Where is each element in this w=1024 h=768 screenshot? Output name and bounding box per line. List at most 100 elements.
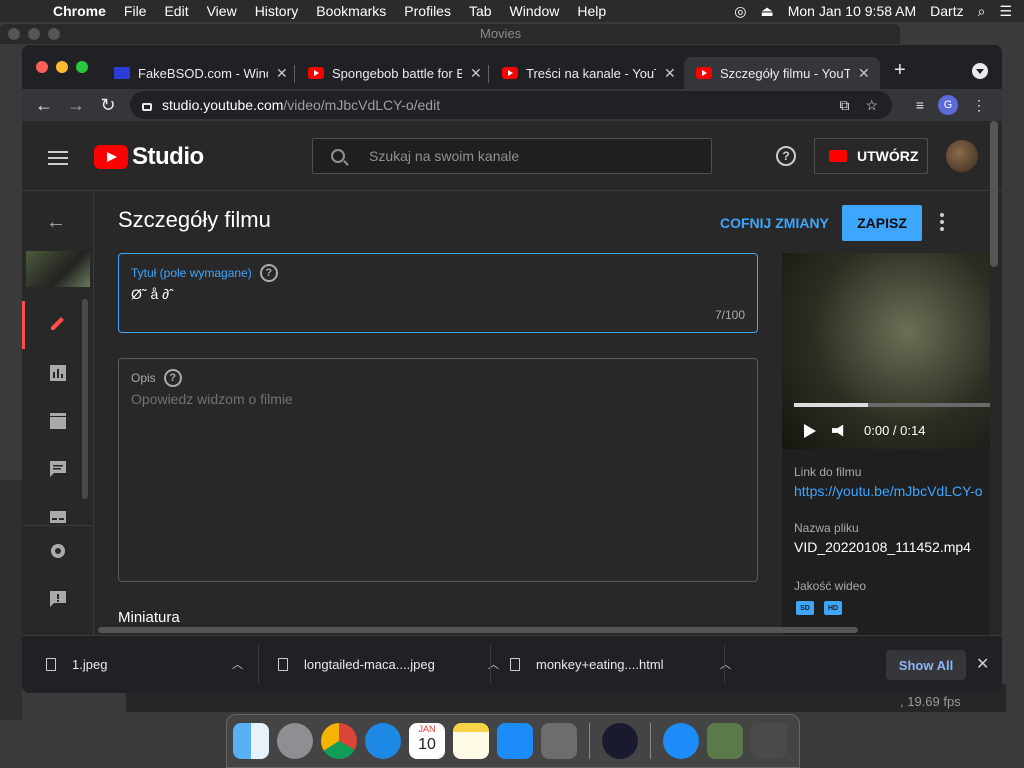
control-center-icon[interactable]: ☰ [999,3,1012,20]
tab-close-icon[interactable]: ✕ [664,65,676,82]
page-vertical-scrollbar[interactable] [990,121,998,267]
translate-icon[interactable]: ⧉ [839,97,849,114]
reload-icon[interactable]: ↻ [92,95,124,116]
thumbnail-section-heading: Miniatura [118,609,180,626]
description-field-label: Opis ? [131,369,182,387]
system-preferences-icon[interactable] [541,723,577,759]
channel-search-input[interactable]: Szukaj na swoim kanale [312,138,712,174]
tab-video-details[interactable]: Szczegóły filmu - YouTube ✕ [684,57,880,89]
obs-status-icon[interactable]: ◎ [734,3,746,20]
menu-datetime[interactable]: Mon Jan 10 9:58 AM [788,3,916,19]
more-options-icon[interactable] [940,213,944,234]
tab-channel-content[interactable]: Treści na kanale - YouTube ✕ [490,57,676,89]
close-window-light[interactable] [36,61,48,73]
lock-icon[interactable] [142,103,152,111]
menu-window[interactable]: Window [501,0,569,22]
menu-app-name[interactable]: Chrome [44,0,115,22]
eject-icon[interactable]: ⏏ [760,3,773,20]
channel-avatar[interactable] [946,140,978,172]
profile-avatar[interactable]: G [938,95,958,115]
title-char-count: 7/100 [714,308,745,322]
download-item[interactable]: longtailed-maca....jpeg ︿ [278,656,499,672]
description-placeholder[interactable]: Opowiedz widzom o filmie [131,391,293,407]
menu-user[interactable]: Dartz [930,3,963,19]
back-arrow-icon[interactable]: ← [28,95,60,116]
tab-search-icon[interactable] [972,63,988,79]
description-field[interactable]: Opis ? Opowiedz widzom o filmie [118,358,758,582]
menu-bookmarks[interactable]: Bookmarks [307,0,395,22]
menu-edit[interactable]: Edit [155,0,197,22]
background-window-titlebar: Movies [0,24,900,44]
undo-changes-button[interactable]: COFNIJ ZMIANY [720,215,829,231]
studio-logo-text[interactable]: Studio [132,143,204,171]
menu-view[interactable]: View [198,0,246,22]
menu-file[interactable]: File [115,0,156,22]
back-to-content-icon[interactable]: ← [46,211,66,234]
video-player[interactable] [782,253,990,449]
chrome-icon[interactable] [321,723,357,759]
youtube-logo-icon[interactable] [94,145,128,169]
analytics-icon[interactable] [48,363,68,383]
title-field[interactable]: Tytuł (pole wymagane) ? Ø˜ å ∂ˆ 7/100 [118,253,758,333]
description-help-icon[interactable]: ? [163,369,182,387]
maximize-window-light[interactable] [76,61,88,73]
page-horizontal-scrollbar[interactable] [98,627,858,633]
preview-icon[interactable] [707,723,743,759]
bg-max-light[interactable] [48,28,60,40]
volume-icon[interactable] [832,424,844,437]
app-store-icon[interactable] [497,723,533,759]
trash-icon[interactable] [751,723,787,759]
bg-min-light[interactable] [28,28,40,40]
finder-icon[interactable] [233,723,269,759]
close-downloads-icon[interactable]: ✕ [976,654,989,674]
video-progress-bar[interactable] [794,403,990,407]
edit-pencil-icon[interactable] [48,313,68,333]
calendar-icon[interactable]: JAN 10 [409,723,445,759]
download-item[interactable]: monkey+eating....html ︿ [510,656,731,672]
chrome-menu-icon[interactable]: ⋮ [972,97,986,114]
feedback-icon[interactable] [48,589,68,609]
hamburger-menu-icon[interactable] [48,151,68,169]
title-help-icon[interactable]: ? [259,264,278,282]
comments-icon[interactable] [48,459,68,479]
title-value[interactable]: Ø˜ å ∂ˆ [131,286,174,302]
show-all-downloads-button[interactable]: Show All [886,650,966,680]
save-button[interactable]: ZAPISZ [842,205,922,241]
download-item[interactable]: 1.jpeg ︿ [46,656,243,672]
notes-icon[interactable] [453,723,489,759]
video-link[interactable]: https://youtu.be/mJbcVdLCY-o [794,483,983,499]
subtitles-icon[interactable] [48,507,68,527]
file-icon [46,657,56,671]
bookmark-star-icon[interactable]: ☆ [865,97,878,114]
left-nav-scrollbar[interactable] [82,299,88,499]
tab-close-icon[interactable]: ✕ [276,65,288,82]
chevron-up-icon[interactable]: ︿ [232,656,243,672]
media-queue-icon[interactable]: ≡ [916,97,924,113]
help-icon[interactable]: ? [776,146,796,166]
new-tab-button[interactable]: + [894,59,906,82]
menu-help[interactable]: Help [568,0,615,22]
tab-close-icon[interactable]: ✕ [858,65,870,82]
address-bar[interactable]: studio.youtube.com /video/mJbcVdLCY-o/ed… [130,91,892,119]
safari-icon[interactable] [365,723,401,759]
play-icon[interactable] [804,423,816,438]
obs-icon[interactable] [602,723,638,759]
minimize-window-light[interactable] [56,61,68,73]
menu-tab[interactable]: Tab [460,0,501,22]
create-button[interactable]: UTWÓRZ [814,138,928,174]
editor-clapper-icon[interactable] [48,411,68,431]
tab-close-icon[interactable]: ✕ [470,65,482,82]
menu-history[interactable]: History [246,0,308,22]
forward-arrow-icon[interactable]: → [60,95,92,116]
menu-profiles[interactable]: Profiles [395,0,460,22]
app-store-downloads-icon[interactable] [663,723,699,759]
tab-spongebob[interactable]: Spongebob battle for Bikini ✕ [296,57,482,89]
chevron-up-icon[interactable]: ︿ [720,656,731,672]
settings-gear-icon[interactable] [48,541,68,561]
tab-fakebsod[interactable]: FakeBSOD.com - Windows ✕ [102,57,288,89]
bg-close-light[interactable] [8,28,20,40]
spotlight-icon[interactable]: ⌕ [978,3,986,20]
launchpad-icon[interactable] [277,723,313,759]
dock-divider [650,723,651,759]
video-thumbnail[interactable] [26,251,90,287]
